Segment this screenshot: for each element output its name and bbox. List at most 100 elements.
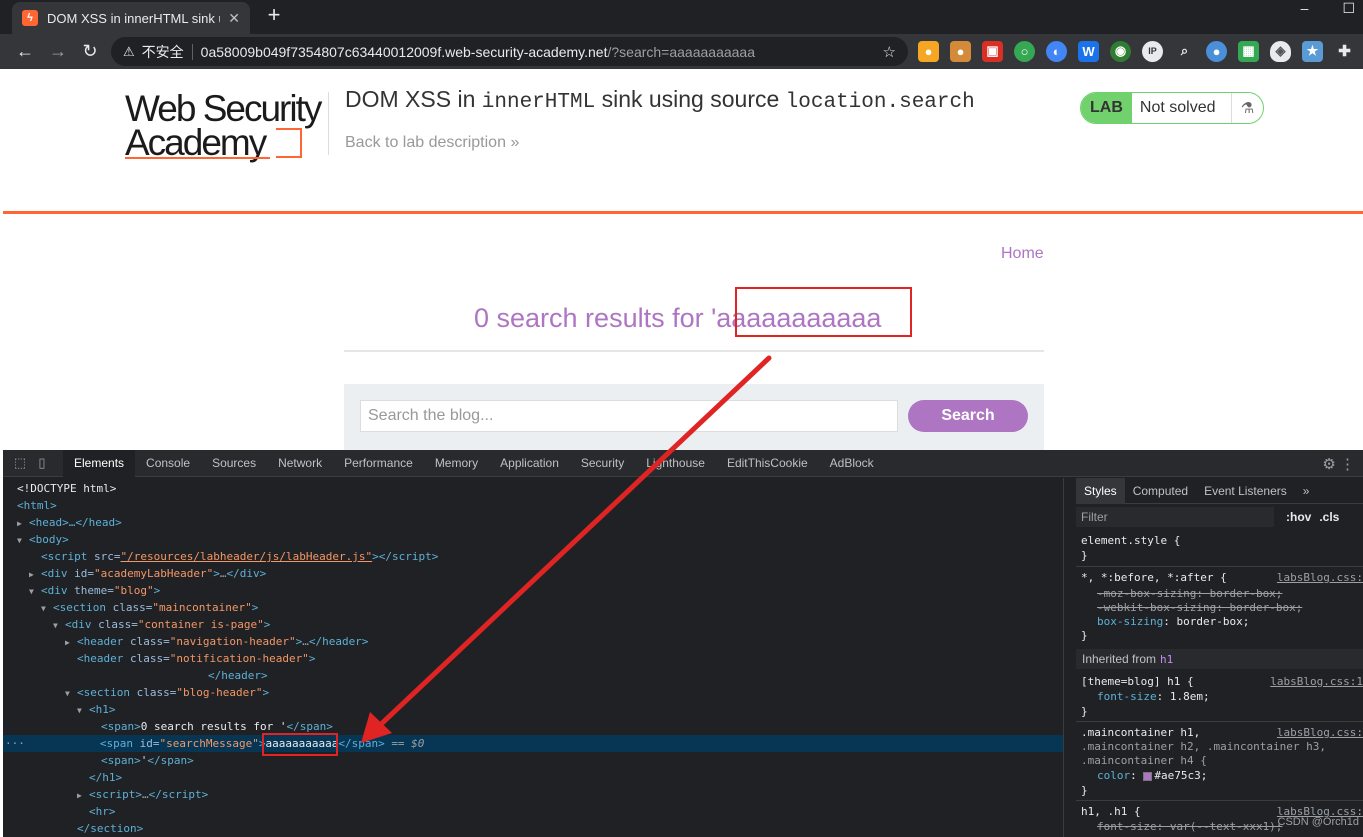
shield-icon[interactable]: ◈ [1270,40,1291,62]
dom-attr-value[interactable]: "/resources/labheader/js/labHeader.js" [120,550,372,563]
tab-adblock[interactable]: AdBlock [819,450,885,477]
tab-network[interactable]: Network [267,450,333,477]
dom-node[interactable]: <script src="/resources/labheader/js/lab… [3,548,1063,565]
style-decl[interactable]: -webkit-box-sizing: border-box; [1097,600,1302,615]
decl-prop: -webkit-box-sizing [1097,601,1217,614]
extension-icon[interactable]: ★ [1302,40,1323,62]
collapse-triangle-icon[interactable]: ▼ [41,600,53,617]
dom-node[interactable]: </header> [3,667,1063,684]
dom-node[interactable]: ▶ <script>…</script> [3,786,1063,803]
bookmark-star-icon[interactable]: ☆ [883,43,896,61]
extension-icon[interactable]: ○ [1014,40,1035,62]
universal-rule-selector: *, *:before, *:after {labsBlog.css: [1081,570,1363,585]
home-link[interactable]: Home [1001,245,1044,263]
cookie-icon[interactable]: ● [950,40,971,62]
expand-triangle-icon[interactable]: ▶ [29,566,41,583]
close-tab-icon[interactable]: ✕ [228,10,240,27]
globe-icon[interactable]: ◉ [1110,40,1131,62]
dom-node[interactable]: <hr> [3,803,1063,820]
more-tabs-icon[interactable]: » [1295,478,1318,504]
dom-node[interactable]: <span>0 search results for '</span> [3,718,1063,735]
style-decl[interactable]: color: #ae75c3; [1097,768,1207,783]
forward-arrow-icon[interactable]: → [47,40,69,62]
dom-node[interactable]: <span>'</span> [3,752,1063,769]
expand-triangle-icon[interactable]: ▶ [17,515,29,532]
search-input[interactable] [360,400,898,432]
source-link[interactable]: labsBlog.css:1 [1270,674,1363,689]
tab-performance[interactable]: Performance [333,450,424,477]
search-button[interactable]: Search [908,400,1028,432]
reload-icon[interactable]: ↻ [79,40,101,62]
style-decl[interactable]: -moz-box-sizing: border-box; [1097,586,1282,601]
collapse-triangle-icon[interactable]: ▼ [77,702,89,719]
gear-icon[interactable]: ⚙ ⋮ [1322,455,1355,473]
style-decl[interactable]: font-size: 1.8em; [1097,689,1210,704]
dom-node[interactable]: ▼ <div class="container is-page"> [3,616,1063,633]
inherited-tag[interactable]: h1 [1160,653,1173,666]
color-swatch[interactable] [1143,771,1153,781]
browser-tab[interactable]: ϟ DOM XSS in innerHTML sink u ✕ [12,2,250,34]
dom-node[interactable]: ▼ <body> [3,531,1063,548]
tab-editthiscookie[interactable]: EditThisCookie [716,450,819,477]
source-link[interactable]: labsBlog.css: [1277,725,1363,740]
dom-node[interactable]: ▼ <h1> [3,701,1063,718]
tab-event-listeners[interactable]: Event Listeners [1196,478,1295,504]
dom-node[interactable]: ▼ <section class="maincontainer"> [3,599,1063,616]
source-link[interactable]: labsBlog.css: [1277,570,1363,585]
selection-marker: == $0 [391,737,425,750]
dom-node[interactable]: <header class="notification-header"> [3,650,1063,667]
dom-node[interactable]: </h1> [3,769,1063,786]
grid-icon[interactable]: ▦ [1238,40,1259,62]
search-icon[interactable]: ⌕ [1174,41,1195,62]
device-toolbar-icon[interactable]: ▯ [31,455,53,471]
expand-triangle-icon[interactable]: ▶ [65,634,77,651]
dom-node[interactable]: ▶ <div id="academyLabHeader">…</div> [3,565,1063,582]
tab-console[interactable]: Console [135,450,201,477]
window-controls: – ☐ [1301,0,1355,16]
lab-title-code: innerHTML [481,91,596,114]
tab-sources[interactable]: Sources [201,450,267,477]
tab-computed[interactable]: Computed [1125,478,1196,504]
new-tab-button[interactable]: + [262,4,286,28]
dom-node[interactable]: ▼ <div theme="blog"> [3,582,1063,599]
cls-toggle[interactable]: .cls [1319,510,1339,524]
maximize-icon[interactable]: ☐ [1342,0,1355,16]
ip-icon[interactable]: IP [1142,40,1163,62]
tab-application[interactable]: Application [489,450,570,477]
extension-icon[interactable]: ● [918,40,939,62]
dom-node[interactable]: ▶ <header class="navigation-header">…</he… [3,633,1063,650]
collapse-triangle-icon[interactable]: ▼ [65,685,77,702]
hov-toggle[interactable]: :hov [1286,510,1311,524]
collapse-triangle-icon[interactable]: ▼ [53,617,65,634]
dom-node[interactable]: <html> [3,497,1063,514]
tab-styles[interactable]: Styles [1076,477,1125,504]
dom-node[interactable]: ▶ <head>…</head> [3,514,1063,531]
styles-filter-input[interactable] [1076,507,1274,527]
tab-lighthouse[interactable]: Lighthouse [635,450,716,477]
back-to-lab-link[interactable]: Back to lab description » [345,134,519,152]
dom-node[interactable]: ▼ <section class="blog-header"> [3,684,1063,701]
dom-doctype: <!DOCTYPE html> [17,482,117,495]
extension-icon[interactable]: ▣ [982,40,1003,62]
back-arrow-icon[interactable]: ← [14,40,36,62]
address-bar[interactable]: ⚠ 不安全 0a58009b049f7354807c63440012009f.w… [111,37,908,66]
tab-memory[interactable]: Memory [424,450,489,477]
inspect-element-icon[interactable]: ⬚ [9,455,31,471]
minimize-icon[interactable]: – [1301,0,1309,16]
dom-tag: <html> [17,499,57,512]
expand-triangle-icon[interactable]: ▶ [77,787,89,804]
collapse-triangle-icon[interactable]: ▼ [29,583,41,600]
dom-node[interactable]: </section> [3,820,1063,837]
dom-node-selected[interactable]: ··· <span id="searchMessage">aaaaaaaaaaa<… [3,735,1063,752]
tab-security[interactable]: Security [570,450,635,477]
dom-node[interactable]: <!DOCTYPE html> [3,480,1063,497]
main-rule-selector-3: .maincontainer h4 { [1081,754,1207,767]
extension-icon[interactable]: ● [1206,40,1227,62]
tab-elements[interactable]: Elements [63,449,136,477]
style-decl[interactable]: font-size: var(--text-xxx1); [1097,819,1282,834]
puzzle-icon[interactable]: ✚ [1334,41,1355,62]
word-icon[interactable]: W [1078,40,1099,62]
extension-icon[interactable]: ◐ [1046,40,1067,62]
collapse-triangle-icon[interactable]: ▼ [17,532,29,549]
style-decl[interactable]: box-sizing: border-box; [1097,614,1249,629]
